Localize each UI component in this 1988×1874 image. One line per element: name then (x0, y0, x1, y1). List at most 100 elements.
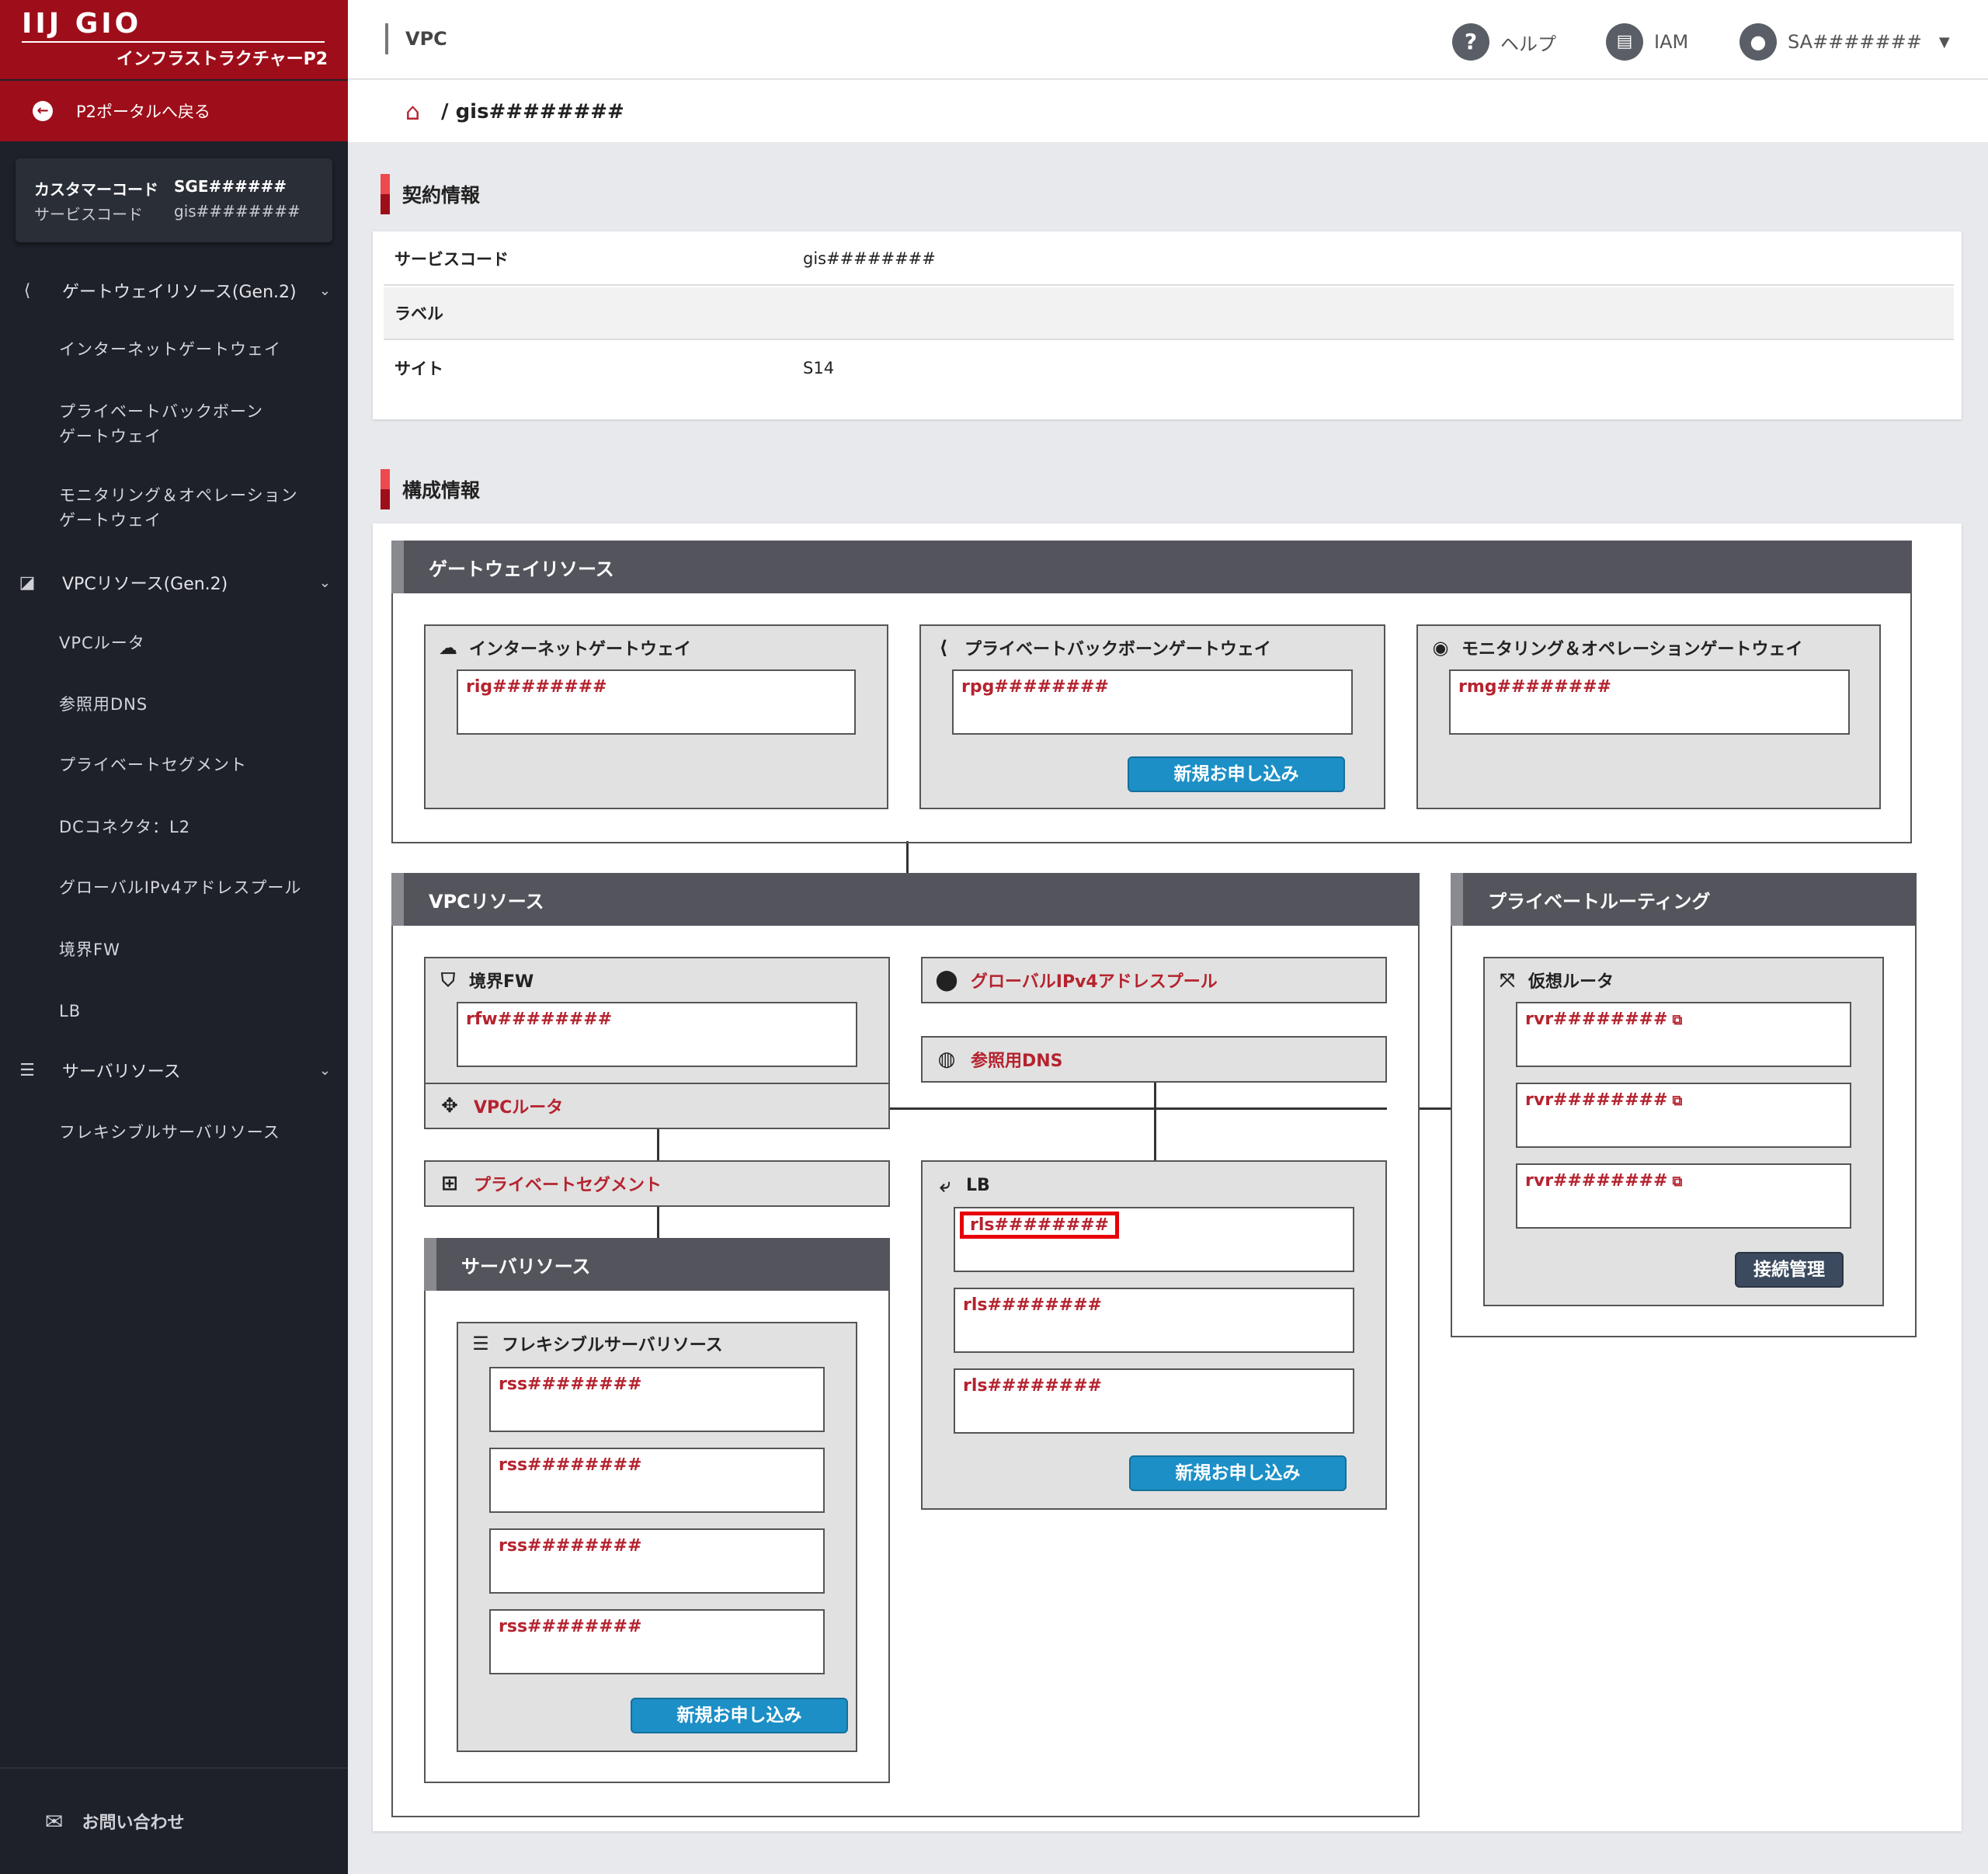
internet-gateway-card: ☁ インターネットゲートウェイ rig######## (424, 624, 888, 809)
table-row: サイト S14 (394, 359, 835, 378)
customer-code-value: SGE###### (174, 177, 287, 196)
monitoring-gateway-card: ◉ モニタリング＆オペレーションゲートウェイ rmg######## (1416, 624, 1881, 809)
connector-line (1418, 1107, 1452, 1110)
user-label: SA####### (1788, 31, 1922, 53)
service-code-label: サービスコード (34, 205, 143, 224)
resource-link-rss[interactable]: rss######## (489, 1448, 825, 1513)
service-code-value: gis######## (174, 202, 301, 221)
nav-section-label: サーバリソース (62, 1062, 181, 1082)
iam-label: IAM (1654, 31, 1689, 53)
customer-info-card: カスタマーコード SGE###### サービスコード gis######## (16, 158, 332, 242)
connection-management-button[interactable]: 接続管理 (1735, 1252, 1844, 1288)
help-button[interactable]: ? ヘルプ (1452, 23, 1556, 61)
user-menu[interactable]: ● SA####### ▼ (1740, 23, 1950, 61)
logo-subtitle: インフラストラクチャーP2 (116, 50, 328, 69)
globe-icon: ◍ (937, 1048, 956, 1071)
dns-link[interactable]: ◍ 参照用DNS (921, 1036, 1387, 1083)
question-circle-icon: ? (1452, 23, 1489, 61)
expand-arrows-icon: ⤧ (1500, 969, 1515, 991)
shield-icon: ⛉ (441, 969, 455, 991)
lb-card: ⤶ LB rls######## rls######## rls######## … (921, 1160, 1387, 1510)
resource-link-rls[interactable]: rls######## (954, 1368, 1354, 1434)
ipv4-pool-link[interactable]: ⬤ グローバルIPv4アドレスプール (921, 957, 1387, 1003)
share-icon: ⟨ (23, 280, 31, 301)
resource-link-rss[interactable]: rss######## (489, 1609, 825, 1674)
title-divider (385, 23, 388, 54)
chevron-down-icon: ⌄ (318, 1062, 331, 1079)
section-marker (381, 174, 390, 214)
resource-link-rls[interactable]: rls######## (954, 1207, 1354, 1272)
logo-text: IIJ GIO (22, 8, 142, 40)
server-icon: ☰ (472, 1333, 489, 1354)
lb-branch-icon: ⤶ (940, 1174, 951, 1196)
nav-item-internet-gateway[interactable]: インターネットゲートウェイ (59, 337, 281, 362)
vpc-router-link[interactable]: ✥ VPCルータ (424, 1083, 890, 1129)
contact-label: お問い合わせ (82, 1813, 185, 1833)
resource-link-rvr[interactable]: rvr######## ⧉ (1516, 1083, 1851, 1148)
resource-link-rig[interactable]: rig######## (457, 669, 856, 735)
sitemap-icon: ⊞ (441, 1172, 458, 1195)
nav-item-dns[interactable]: 参照用DNS (59, 692, 148, 717)
private-segment-link[interactable]: ⊞ プライベートセグメント (424, 1160, 890, 1207)
logo-divider (22, 41, 325, 43)
nav-item-flexible-server[interactable]: フレキシブルサーバリソース (59, 1120, 280, 1145)
resource-link-rss[interactable]: rss######## (489, 1367, 825, 1432)
config-section-title: 構成情報 (381, 469, 480, 509)
envelope-icon: ✉ (45, 1808, 64, 1834)
private-routing-header: プライベートルーティング (1451, 873, 1917, 926)
new-application-button[interactable]: 新規お申し込み (631, 1698, 848, 1733)
user-icon: ● (1740, 23, 1777, 61)
arrows-move-icon: ✥ (441, 1094, 458, 1118)
iam-button[interactable]: ▤ IAM (1606, 23, 1688, 61)
map-marker-icon: ⬤ (935, 968, 958, 992)
top-bar: VPC ? ヘルプ ▤ IAM ● SA####### ▼ (348, 0, 1988, 79)
home-icon[interactable]: ⌂ (405, 99, 420, 126)
resource-link-rss[interactable]: rss######## (489, 1528, 825, 1594)
virtual-router-card: ⤧ 仮想ルータ rvr######## ⧉ rvr######## ⧉ rvr####… (1483, 957, 1884, 1306)
share-square-icon: ◪ (19, 572, 36, 593)
brand-logo[interactable]: IIJ GIO インフラストラクチャーP2 (0, 0, 348, 79)
nav-item-private-segment[interactable]: プライベートセグメント (59, 753, 247, 777)
nav-item-monitoring-gateway[interactable]: モニタリング＆オペレーション ゲートウェイ (59, 483, 298, 533)
nav-section-label: ゲートウェイリソース(Gen.2) (62, 283, 297, 302)
table-row: ラベル (384, 287, 1954, 340)
resource-link-rvr[interactable]: rvr######## ⧉ (1516, 1163, 1851, 1229)
server-icon: ☰ (19, 1060, 35, 1080)
nav-section-server[interactable]: ☰ サーバリソース ⌄ (0, 1047, 348, 1093)
contact-link[interactable]: ✉ お問い合わせ (0, 1768, 348, 1874)
back-to-portal-link[interactable]: ← P2ポータルへ戻る (0, 81, 348, 141)
cloud-icon: ☁ (439, 637, 457, 659)
contract-section-title: 契約情報 (381, 174, 480, 214)
help-label: ヘルプ (1500, 33, 1556, 55)
contract-panel: サービスコード gis######## ラベル サイト S14 (373, 231, 1962, 419)
nav-item-dc-connector[interactable]: DCコネクタ：L2 (59, 815, 190, 840)
external-link-icon: ⧉ (1672, 1173, 1683, 1190)
vpc-resources-header: VPCリソース (391, 873, 1420, 926)
page-title: VPC (405, 28, 447, 50)
new-application-button[interactable]: 新規お申し込み (1129, 1455, 1347, 1491)
nav-section-gateway[interactable]: ⟨ ゲートウェイリソース(Gen.2) ⌄ (0, 267, 348, 314)
customer-code-label: カスタマーコード (34, 180, 158, 199)
gateway-resources-header: ゲートウェイリソース (391, 541, 1912, 593)
table-row: サービスコード gis######## (384, 233, 1954, 286)
resource-link-rfw[interactable]: rfw######## (457, 1002, 857, 1067)
external-link-icon: ⧉ (1672, 1093, 1683, 1109)
private-backbone-gateway-card: ⟨ プライベートバックボーンゲートウェイ rpg######## 新規お申し込み (919, 624, 1385, 809)
breadcrumb: ⌂ / gis######## (348, 80, 1988, 142)
nav-section-vpc[interactable]: ◪ VPCリソース(Gen.2) ⌄ (0, 559, 348, 606)
chevron-down-icon: ⌄ (318, 574, 331, 591)
eye-icon: ◉ (1432, 637, 1449, 659)
server-resources-header: サーバリソース (424, 1238, 890, 1291)
resource-link-rvr[interactable]: rvr######## ⧉ (1516, 1002, 1851, 1067)
nav-item-ipv4-pool[interactable]: グローバルIPv4アドレスプール (59, 875, 301, 900)
resource-link-rpg[interactable]: rpg######## (952, 669, 1353, 735)
resource-link-rmg[interactable]: rmg######## (1449, 669, 1850, 735)
resource-link-rls[interactable]: rls######## (954, 1288, 1354, 1353)
nav-item-boundary-fw[interactable]: 境界FW (59, 937, 120, 962)
nav-item-private-backbone-gateway[interactable]: プライベートバックボーン ゲートウェイ (59, 399, 263, 449)
section-marker (381, 469, 390, 509)
nav-item-lb[interactable]: LB (59, 999, 81, 1024)
nav-item-vpc-router[interactable]: VPCルータ (59, 631, 145, 655)
new-application-button[interactable]: 新規お申し込み (1128, 756, 1345, 792)
highlight-box: rls######## (960, 1212, 1119, 1239)
